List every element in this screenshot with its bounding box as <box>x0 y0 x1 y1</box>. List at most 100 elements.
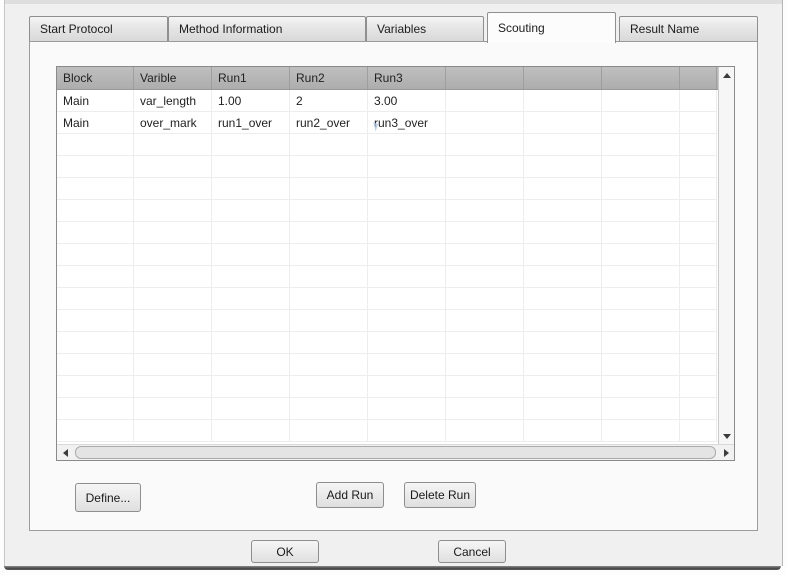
tab-result-name[interactable]: Result Name <box>619 16 758 41</box>
table-cell <box>134 420 212 442</box>
column-header[interactable] <box>602 67 680 89</box>
table-cell[interactable] <box>680 90 717 112</box>
table-cell[interactable] <box>524 90 602 112</box>
tab-method-information[interactable]: Method Information <box>168 16 366 41</box>
table-cell <box>524 354 602 376</box>
ok-button[interactable]: OK <box>251 540 319 563</box>
table-row <box>57 178 718 200</box>
table-cell <box>290 398 368 420</box>
table-cell <box>212 134 290 156</box>
table-cell[interactable]: Main <box>57 112 134 134</box>
scroll-left-button[interactable] <box>57 445 73 460</box>
table-cell <box>602 156 680 178</box>
table-cell <box>212 244 290 266</box>
table-cell[interactable]: Main <box>57 90 134 112</box>
table-cell <box>134 398 212 420</box>
table-cell <box>680 376 717 398</box>
table-cell[interactable]: 1.00 <box>212 90 290 112</box>
table-cell <box>602 288 680 310</box>
table-cell <box>524 244 602 266</box>
table-row <box>57 376 718 398</box>
scroll-down-button[interactable] <box>719 428 734 444</box>
table-row: Mainvar_length1.0023.00 <box>57 90 718 112</box>
table-cell[interactable] <box>446 112 524 134</box>
table-cell <box>446 398 524 420</box>
grid-header-row: BlockVaribleRun1Run2Run3 <box>57 67 718 90</box>
table-cell <box>57 398 134 420</box>
column-header[interactable] <box>446 67 524 89</box>
table-cell <box>524 288 602 310</box>
table-cell <box>524 420 602 442</box>
column-header[interactable]: Run1 <box>212 67 290 89</box>
table-cell <box>524 222 602 244</box>
table-cell <box>134 134 212 156</box>
column-header[interactable]: Block <box>57 67 134 89</box>
horizontal-scrollbar-thumb[interactable] <box>75 446 716 459</box>
delete-run-button[interactable]: Delete Run <box>404 482 476 508</box>
table-cell[interactable]: 3.00 <box>368 90 446 112</box>
table-cell <box>57 156 134 178</box>
table-cell <box>446 288 524 310</box>
table-cell <box>134 288 212 310</box>
table-row <box>57 420 718 442</box>
table-cell[interactable]: over_mark <box>134 112 212 134</box>
tab-scouting[interactable]: Scouting <box>487 12 616 43</box>
table-cell <box>368 178 446 200</box>
column-header[interactable] <box>680 67 717 89</box>
table-cell <box>57 420 134 442</box>
table-cell <box>368 354 446 376</box>
table-cell[interactable]: 2 <box>290 90 368 112</box>
table-cell[interactable]: run2_over <box>290 112 368 134</box>
table-cell <box>524 200 602 222</box>
tab-label: Method Information <box>179 22 282 36</box>
table-cell <box>290 332 368 354</box>
table-cell <box>368 332 446 354</box>
table-cell[interactable]: run3_over <box>368 112 446 134</box>
table-cell <box>602 178 680 200</box>
table-cell <box>290 354 368 376</box>
table-cell <box>290 376 368 398</box>
table-cell <box>524 156 602 178</box>
up-arrow-icon <box>723 73 731 78</box>
define-button[interactable]: Define... <box>75 483 141 512</box>
table-cell[interactable] <box>446 90 524 112</box>
table-cell[interactable]: var_length <box>134 90 212 112</box>
table-cell <box>212 178 290 200</box>
table-cell <box>134 200 212 222</box>
table-cell <box>680 420 717 442</box>
cancel-button[interactable]: Cancel <box>438 540 506 563</box>
vertical-scrollbar[interactable] <box>718 67 734 444</box>
table-cell <box>446 420 524 442</box>
column-header[interactable] <box>524 67 602 89</box>
table-cell[interactable] <box>524 112 602 134</box>
table-cell[interactable] <box>602 112 680 134</box>
column-header[interactable]: Varible <box>134 67 212 89</box>
table-cell[interactable]: run1_over <box>212 112 290 134</box>
tab-variables[interactable]: Variables <box>366 16 484 41</box>
table-cell <box>290 156 368 178</box>
table-cell <box>602 134 680 156</box>
column-header[interactable]: Run3 <box>368 67 446 89</box>
table-cell <box>212 156 290 178</box>
add-run-button[interactable]: Add Run <box>316 482 384 508</box>
table-cell <box>57 266 134 288</box>
window-top-edge <box>5 0 782 4</box>
table-cell <box>134 178 212 200</box>
table-cell <box>212 332 290 354</box>
horizontal-scrollbar[interactable] <box>57 444 734 460</box>
table-cell <box>134 376 212 398</box>
column-header[interactable]: Run2 <box>290 67 368 89</box>
table-cell[interactable] <box>602 90 680 112</box>
table-cell <box>446 178 524 200</box>
table-cell <box>524 310 602 332</box>
delete-run-button-label: Delete Run <box>410 488 470 502</box>
table-cell <box>602 420 680 442</box>
table-cell <box>524 398 602 420</box>
table-cell <box>446 376 524 398</box>
scroll-right-button[interactable] <box>718 445 734 460</box>
tab-start-protocol[interactable]: Start Protocol <box>29 16 168 41</box>
table-cell <box>602 244 680 266</box>
table-cell <box>446 266 524 288</box>
table-cell[interactable] <box>680 112 717 134</box>
scroll-up-button[interactable] <box>719 67 734 83</box>
